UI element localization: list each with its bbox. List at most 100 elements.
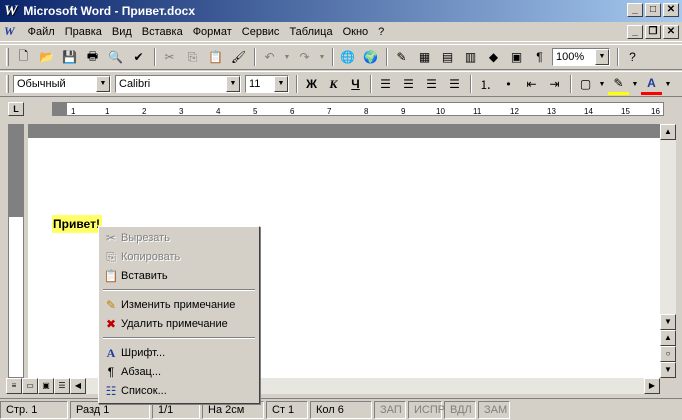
print-icon[interactable]: 🖶 — [82, 47, 103, 68]
doc-close-button[interactable]: ✕ — [663, 25, 679, 39]
show-hide-icon[interactable]: ¶ — [529, 47, 550, 68]
doc-restore-button[interactable]: ❐ — [645, 25, 661, 39]
ruler-tick: 2 — [142, 107, 147, 116]
bold-button[interactable]: Ж — [301, 74, 322, 95]
toolbar-grip[interactable] — [6, 48, 9, 66]
scroll-down-button[interactable]: ▼ — [660, 314, 676, 330]
doc-minimize-button[interactable]: _ — [627, 25, 643, 39]
columns-icon[interactable]: ▥ — [460, 47, 481, 68]
chevron-down-icon[interactable]: ▼ — [631, 74, 639, 95]
cut-icon[interactable]: ✂ — [159, 47, 180, 68]
drawing-icon[interactable]: ◆ — [483, 47, 504, 68]
close-button[interactable]: ✕ — [663, 3, 679, 17]
decrease-indent-icon[interactable]: ⇤ — [521, 74, 542, 95]
bullets-icon[interactable]: • — [498, 74, 519, 95]
scroll-right-button[interactable]: ▶ — [644, 378, 660, 394]
vertical-ruler[interactable] — [8, 124, 24, 378]
spelling-icon[interactable]: ✔ — [128, 47, 149, 68]
print-layout-icon[interactable]: ▣ — [38, 378, 54, 394]
hyperlink-icon[interactable]: 🌐 — [337, 47, 358, 68]
toolbar-grip[interactable] — [6, 75, 9, 93]
normal-view-icon[interactable]: ≡ — [6, 378, 22, 394]
outline-view-icon[interactable]: ☰ — [54, 378, 70, 394]
web-view-icon[interactable]: ▭ — [22, 378, 38, 394]
menu-edit[interactable]: Правка — [60, 26, 107, 38]
undo-dropdown-icon[interactable]: ▼ — [282, 47, 292, 68]
font-size-combo[interactable]: 11 ▼ — [245, 75, 289, 93]
copy-icon[interactable]: ⎘ — [182, 47, 203, 68]
tab-selector-button[interactable]: L — [8, 102, 24, 116]
borders-icon[interactable]: ▢ — [575, 74, 596, 95]
menu-file[interactable]: Файл — [23, 26, 60, 38]
previous-page-button[interactable]: ▲ — [660, 330, 676, 346]
open-folder-icon[interactable]: 📂 — [36, 47, 57, 68]
next-page-button[interactable]: ▼ — [660, 362, 676, 378]
menu-item-paste[interactable]: 📋 Вставить — [101, 267, 257, 285]
paste-icon[interactable]: 📋 — [205, 47, 226, 68]
undo-icon[interactable]: ↶ — [259, 47, 280, 68]
menu-item-edit-comment[interactable]: ✎ Изменить примечание — [101, 296, 257, 314]
tables-borders-icon[interactable]: ✎ — [391, 47, 412, 68]
redo-icon[interactable]: ↷ — [294, 47, 315, 68]
chevron-down-icon[interactable]: ▼ — [598, 74, 606, 95]
insert-excel-icon[interactable]: ▤ — [437, 47, 458, 68]
insert-table-icon[interactable]: ▦ — [414, 47, 435, 68]
format-painter-icon[interactable]: 🖌 — [228, 47, 249, 68]
minimize-button[interactable]: _ — [627, 3, 643, 17]
menu-format[interactable]: Формат — [188, 26, 237, 38]
status-track-changes[interactable]: ИСПР — [408, 400, 445, 419]
status-overtype[interactable]: ЗАМ — [478, 400, 510, 419]
menu-item-paragraph[interactable]: ¶ Абзац... — [101, 363, 257, 381]
menu-help[interactable]: ? — [373, 26, 389, 38]
menu-item-list[interactable]: ☷ Список... — [101, 382, 257, 400]
numbering-icon[interactable]: ⒈ — [475, 74, 496, 95]
help-icon[interactable]: ? — [622, 47, 643, 68]
chevron-down-icon[interactable]: ▼ — [595, 49, 609, 65]
increase-indent-icon[interactable]: ⇥ — [544, 74, 565, 95]
scissors-icon: ✂ — [105, 231, 117, 245]
zoom-combo[interactable]: 100% ▼ — [552, 48, 610, 66]
document-text[interactable]: Привет! — [52, 215, 102, 233]
vertical-scrollbar[interactable]: ▲ ▼ ▲ ○ ▼ — [660, 124, 676, 378]
menu-view[interactable]: Вид — [107, 26, 137, 38]
menu-window[interactable]: Окно — [338, 26, 374, 38]
ruler-tick: 13 — [547, 107, 556, 116]
new-document-icon[interactable]: 🗋 — [13, 47, 34, 68]
scroll-left-button[interactable]: ◀ — [70, 378, 86, 394]
maximize-button[interactable]: □ — [645, 3, 661, 17]
font-combo[interactable]: Calibri ▼ — [115, 75, 241, 93]
status-record[interactable]: ЗАП — [374, 400, 406, 419]
align-right-icon[interactable]: ☰ — [421, 74, 442, 95]
menu-item-delete-comment[interactable]: ✖ Удалить примечание — [101, 315, 257, 333]
document-map-icon[interactable]: ▣ — [506, 47, 527, 68]
align-center-icon[interactable]: ☰ — [398, 74, 419, 95]
chevron-down-icon[interactable]: ▼ — [274, 76, 288, 92]
redo-dropdown-icon[interactable]: ▼ — [317, 47, 327, 68]
menu-tools[interactable]: Сервис — [237, 26, 285, 38]
document-menu-icon[interactable]: W — [4, 24, 15, 39]
menu-item-cut[interactable]: ✂ Вырезать — [101, 229, 257, 247]
menu-item-font[interactable]: A Шрифт... — [101, 344, 257, 362]
justify-icon[interactable]: ☰ — [444, 74, 465, 95]
print-preview-icon[interactable]: 🔍 — [105, 47, 126, 68]
web-toolbar-icon[interactable]: 🌍 — [360, 47, 381, 68]
horizontal-ruler[interactable]: 1 1 2 3 4 5 6 7 8 9 10 11 12 13 14 15 16 — [52, 102, 664, 116]
font-color-icon[interactable]: A — [641, 74, 662, 95]
style-combo[interactable]: Обычный ▼ — [13, 75, 111, 93]
underline-button[interactable]: Ч — [345, 74, 366, 95]
align-left-icon[interactable]: ☰ — [375, 74, 396, 95]
chevron-down-icon[interactable]: ▼ — [664, 74, 672, 95]
chevron-down-icon[interactable]: ▼ — [226, 76, 240, 92]
scroll-up-button[interactable]: ▲ — [660, 124, 676, 140]
standard-toolbar: 🗋 📂 💾 🖶 🔍 ✔ ✂ ⎘ 📋 🖌 ↶ ▼ ↷ ▼ 🌐 🌍 ✎ ▦ ▤ ▥ … — [0, 44, 682, 70]
status-extend[interactable]: ВДЛ — [444, 400, 476, 419]
select-browse-object-button[interactable]: ○ — [660, 346, 676, 362]
chevron-down-icon[interactable]: ▼ — [96, 76, 110, 92]
menu-insert[interactable]: Вставка — [137, 26, 188, 38]
menu-table[interactable]: Таблица — [284, 26, 337, 38]
italic-button[interactable]: К — [323, 74, 344, 95]
menu-item-copy[interactable]: ⎘ Копировать — [101, 248, 257, 266]
save-icon[interactable]: 💾 — [59, 47, 80, 68]
highlight-icon[interactable]: ✎ — [608, 74, 629, 95]
ruler-tick: 5 — [253, 107, 258, 116]
